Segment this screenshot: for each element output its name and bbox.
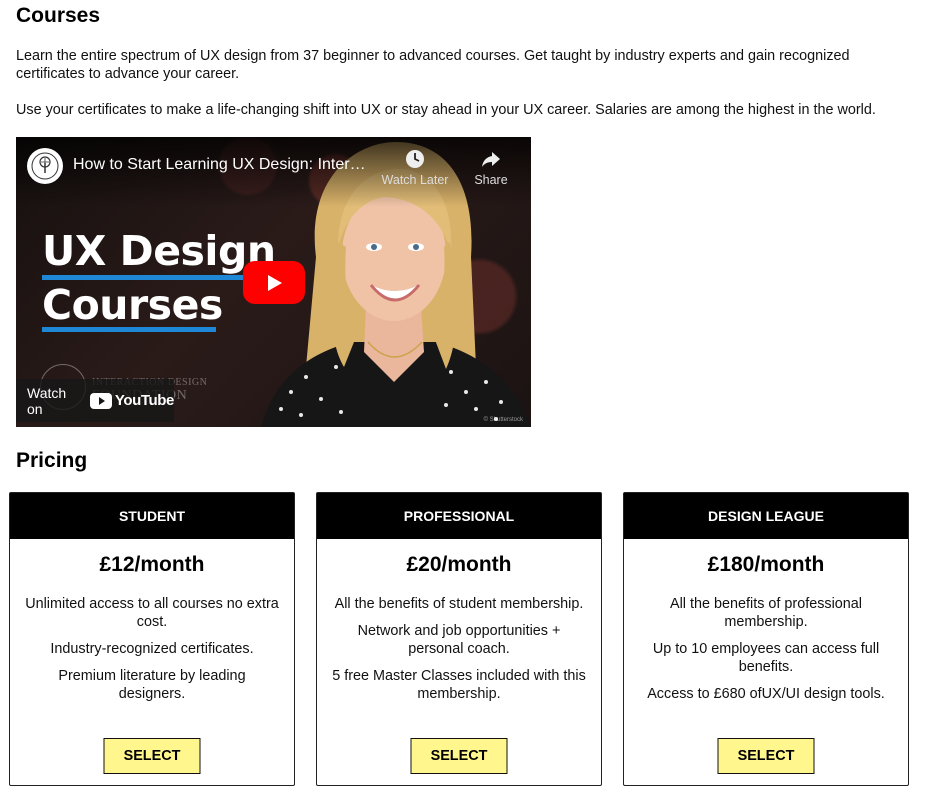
photo-credit: © Shutterstock — [483, 417, 523, 423]
thumbnail-underline-2 — [42, 327, 216, 332]
watch-on-youtube-button[interactable]: Watch on YouTube — [16, 379, 174, 422]
share-label: Share — [474, 173, 508, 187]
clock-icon — [406, 150, 424, 168]
pricing-heading: Pricing — [16, 449, 88, 472]
plan-feature: Up to 10 employees can access full benef… — [652, 641, 880, 675]
plan-name: DESIGN LEAGUE — [624, 493, 908, 539]
ixdf-logo-icon[interactable] — [27, 148, 63, 184]
plan-features: Unlimited access to all courses no extra… — [10, 595, 294, 703]
plan-features: All the benefits of professional members… — [624, 595, 908, 703]
youtube-wordmark: YouTube — [114, 392, 175, 409]
plan-card-professional: PROFESSIONAL £20/month All the benefits … — [316, 492, 602, 786]
plan-price: £12/month — [99, 553, 205, 576]
certificates-paragraph: Use your certificates to make a life-cha… — [16, 102, 876, 118]
plan-feature: All the benefits of professional members… — [670, 596, 862, 630]
plan-card-design-league: DESIGN LEAGUE £180/month All the benefit… — [623, 492, 909, 786]
plan-feature: Premium literature by leading designers. — [58, 668, 246, 702]
plan-name: STUDENT — [10, 493, 294, 539]
plan-feature: Network and job opportunities + personal… — [357, 623, 561, 657]
share-arrow-icon — [482, 152, 500, 167]
video-title[interactable]: How to Start Learning UX Design: Inter… — [73, 156, 366, 174]
share-button[interactable]: Share — [471, 149, 511, 187]
plan-feature: Access to £680 ofUX/UI design tools. — [647, 686, 885, 702]
plan-feature: Unlimited access to all courses no extra… — [25, 596, 279, 630]
plan-price: £180/month — [707, 553, 825, 576]
plan-feature: 5 free Master Classes included with this… — [332, 668, 586, 702]
plan-feature: All the benefits of student membership. — [334, 596, 584, 612]
thumbnail-title-line-2: Courses — [42, 281, 223, 329]
youtube-logo-icon: YouTube — [89, 392, 175, 409]
select-student-button[interactable]: SELECT — [103, 738, 201, 774]
youtube-video-embed[interactable]: How to Start Learning UX Design: Inter… … — [16, 137, 531, 427]
watch-on-label: Watch on — [27, 384, 67, 417]
plan-name: PROFESSIONAL — [317, 493, 601, 539]
play-icon — [268, 274, 282, 291]
select-design-league-button[interactable]: SELECT — [717, 738, 815, 774]
thumbnail-title-line-1: UX Design — [42, 227, 276, 275]
courses-intro-paragraph: Learn the entire spectrum of UX design f… — [16, 48, 850, 82]
plan-price: £20/month — [406, 553, 512, 576]
thumbnail-underline-1 — [42, 275, 274, 280]
plan-feature: Industry-recognized certificates. — [50, 641, 254, 657]
select-professional-button[interactable]: SELECT — [410, 738, 508, 774]
watch-later-button[interactable]: Watch Later — [378, 149, 452, 187]
watch-later-label: Watch Later — [381, 173, 449, 187]
plan-card-student: STUDENT £12/month Unlimited access to al… — [9, 492, 295, 786]
courses-heading: Courses — [16, 4, 101, 27]
plan-features: All the benefits of student membership. … — [317, 595, 601, 703]
play-button[interactable] — [243, 261, 305, 304]
